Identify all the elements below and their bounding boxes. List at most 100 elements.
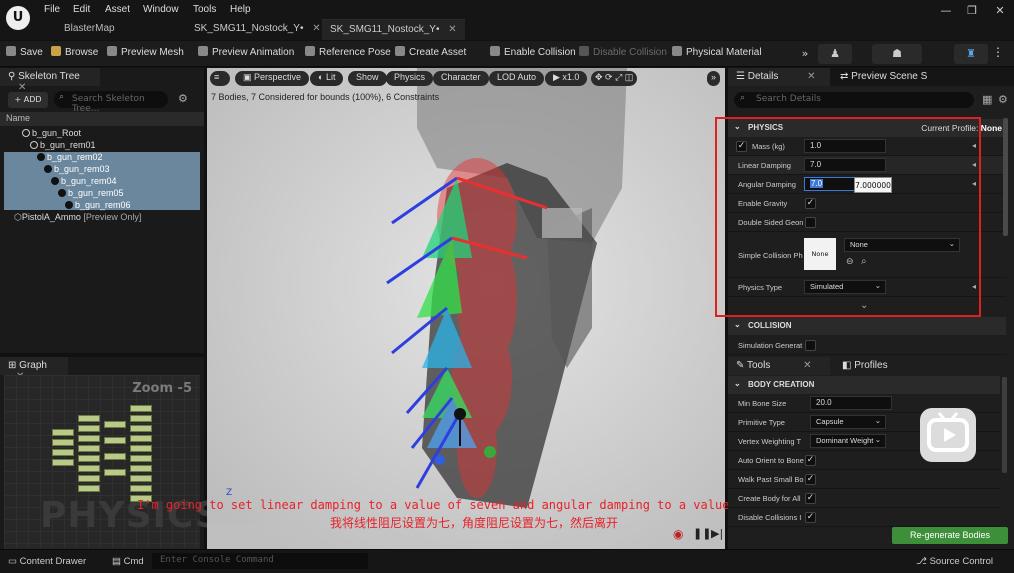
graph-node[interactable] [78, 435, 100, 442]
record-icon[interactable]: ◉ [673, 527, 683, 541]
close-icon[interactable]: ✕ [312, 23, 320, 34]
doc-tab-2[interactable]: SK_SMG11_Nostock_Y• ✕ [322, 19, 465, 40]
vertex-weighting-dropdown[interactable]: Dominant Weight ⌄ [810, 434, 886, 448]
project-tab[interactable]: BlasterMap [64, 23, 115, 34]
disable-collisions-checkbox[interactable]: ✓ [805, 512, 816, 523]
lit-button[interactable]: ◐ Lit [310, 71, 344, 86]
transform-tools[interactable]: ✥ ⟳ ⤢ ◫ [591, 71, 638, 86]
details-scrollbar[interactable] [1003, 118, 1008, 236]
cmd-button[interactable]: ▤ Cmd [112, 556, 144, 567]
graph-node[interactable] [104, 469, 126, 476]
graph-node[interactable] [130, 435, 152, 442]
settings-gear-icon[interactable]: ⚙ [998, 93, 1008, 106]
create-body-checkbox[interactable]: ✓ [805, 493, 816, 504]
more-chevron-icon[interactable]: » [707, 71, 721, 86]
graph-node[interactable] [78, 475, 100, 482]
graph-node[interactable] [78, 415, 100, 422]
viewport-menu-icon[interactable]: ≡ [210, 71, 230, 86]
viewport[interactable]: ≡ ▣ Perspective ◐ Lit Show Physics Chara… [207, 68, 725, 549]
kebab-menu-icon[interactable]: ⋮ [992, 45, 1004, 59]
graph-node[interactable] [130, 485, 152, 492]
close-icon[interactable]: ✕ [803, 360, 811, 371]
graph-node[interactable] [78, 465, 100, 472]
graph-node[interactable] [78, 445, 100, 452]
physics-mode-icon[interactable]: ☗ [872, 44, 922, 64]
primitive-type-dropdown[interactable]: Capsule ⌄ [810, 415, 886, 429]
create-asset-button[interactable]: Create Asset [395, 46, 466, 58]
body-creation-section-header[interactable]: ⌄ BODY CREATION [728, 376, 1000, 394]
doc-tab-1[interactable]: SK_SMG11_Nostock_Y• ✕ [186, 19, 329, 40]
graph-node[interactable] [52, 429, 74, 436]
regenerate-bodies-button[interactable]: Re-generate Bodies [892, 527, 1008, 544]
bone-row[interactable]: b_gun_rem01 [30, 140, 96, 152]
preview-animation-button[interactable]: Preview Animation [198, 46, 294, 58]
maximize-icon[interactable]: ❐ [962, 4, 982, 17]
skeleton-mode-icon[interactable]: ♟ [818, 44, 852, 64]
tools-scrollbar[interactable] [1002, 377, 1007, 473]
attached-item-row[interactable]: ⬡PistolA_Ammo [Preview Only] [14, 212, 141, 224]
graph-node[interactable] [78, 485, 100, 492]
bone-row[interactable]: b_gun_rem04 [51, 176, 117, 188]
min-bone-size-input[interactable]: 20.0 [810, 396, 892, 410]
disable-collision-button[interactable]: Disable Collision [579, 46, 667, 58]
perspective-button[interactable]: ▣ Perspective [235, 71, 310, 86]
graph-node[interactable] [130, 465, 152, 472]
tab-details[interactable]: ☰ Details ✕ [728, 68, 830, 86]
playback-speed-button[interactable]: ▶ x1.0 [545, 71, 588, 86]
tab-preview-scene[interactable]: ⇄ Preview Scene S [832, 68, 935, 86]
close-icon[interactable]: ✕ [807, 71, 815, 82]
show-button[interactable]: Show [348, 71, 387, 86]
graph-node[interactable] [130, 475, 152, 482]
graph-node[interactable] [104, 437, 126, 444]
bone-row[interactable]: b_gun_rem02 [37, 152, 103, 164]
graph-node[interactable] [130, 425, 152, 432]
close-window-icon[interactable]: ✕ [990, 4, 1010, 17]
source-control-button[interactable]: ⎇ Source Control [916, 556, 993, 567]
graph-node[interactable] [130, 445, 152, 452]
simulation-generates-checkbox[interactable] [805, 340, 816, 351]
bone-row[interactable]: b_gun_rem03 [44, 164, 110, 176]
graph-node[interactable] [130, 455, 152, 462]
bone-row[interactable]: b_gun_Root [22, 128, 81, 140]
graph-node[interactable] [52, 439, 74, 446]
graph-node[interactable] [104, 421, 126, 428]
tab-graph[interactable]: ⊞ Graph ✕ [0, 357, 68, 382]
menu-tools[interactable]: Tools [193, 4, 216, 15]
walk-past-checkbox[interactable]: ✓ [805, 474, 816, 485]
console-command-input[interactable]: Enter Console Command [152, 553, 368, 569]
graph-node[interactable] [130, 405, 152, 412]
close-icon[interactable]: ✕ [448, 24, 456, 35]
collision-section-header[interactable]: ⌄ COLLISION [728, 317, 1006, 335]
browse-button[interactable]: Browse [51, 46, 98, 58]
graph-node[interactable] [52, 459, 74, 466]
minimize-icon[interactable]: — [936, 4, 956, 17]
preview-mesh-button[interactable]: Preview Mesh [107, 46, 184, 58]
physics-button[interactable]: Physics [386, 71, 434, 86]
graph-node[interactable] [130, 415, 152, 422]
menu-window[interactable]: Window [143, 4, 179, 15]
menu-file[interactable]: File [44, 4, 60, 15]
enable-collision-button[interactable]: Enable Collision [490, 46, 576, 58]
table-view-icon[interactable]: ▦ [982, 93, 992, 106]
bone-row[interactable]: b_gun_rem06 [65, 200, 131, 212]
step-forward-icon[interactable]: ▶| [711, 527, 723, 540]
graph-node[interactable] [78, 425, 100, 432]
tab-profiles[interactable]: ◧ Profiles [834, 357, 896, 375]
reference-pose-button[interactable]: Reference Pose [305, 46, 391, 58]
save-button[interactable]: Save [6, 46, 43, 58]
character-button[interactable]: Character [433, 71, 489, 86]
graph-node[interactable] [104, 453, 126, 460]
more-chevron-icon[interactable]: » [788, 44, 822, 64]
pause-icon[interactable]: ❚❚ [693, 527, 711, 540]
tab-skeleton-tree[interactable]: ⚲ Skeleton Tree ✕ [0, 68, 100, 93]
menu-help[interactable]: Help [230, 4, 251, 15]
graph-node[interactable] [52, 449, 74, 456]
graph-canvas[interactable]: Zoom -5 PHYSICS [4, 375, 221, 549]
details-search-input[interactable]: ⌕ Search Details [734, 92, 974, 108]
bone-row[interactable]: b_gun_rem05 [58, 188, 124, 200]
menu-asset[interactable]: Asset [105, 4, 130, 15]
graph-node[interactable] [78, 455, 100, 462]
lod-button[interactable]: LOD Auto [489, 71, 545, 86]
physics-asset-mode-icon[interactable]: ♜ [954, 44, 988, 64]
add-bone-button[interactable]: + ADD [8, 92, 48, 108]
